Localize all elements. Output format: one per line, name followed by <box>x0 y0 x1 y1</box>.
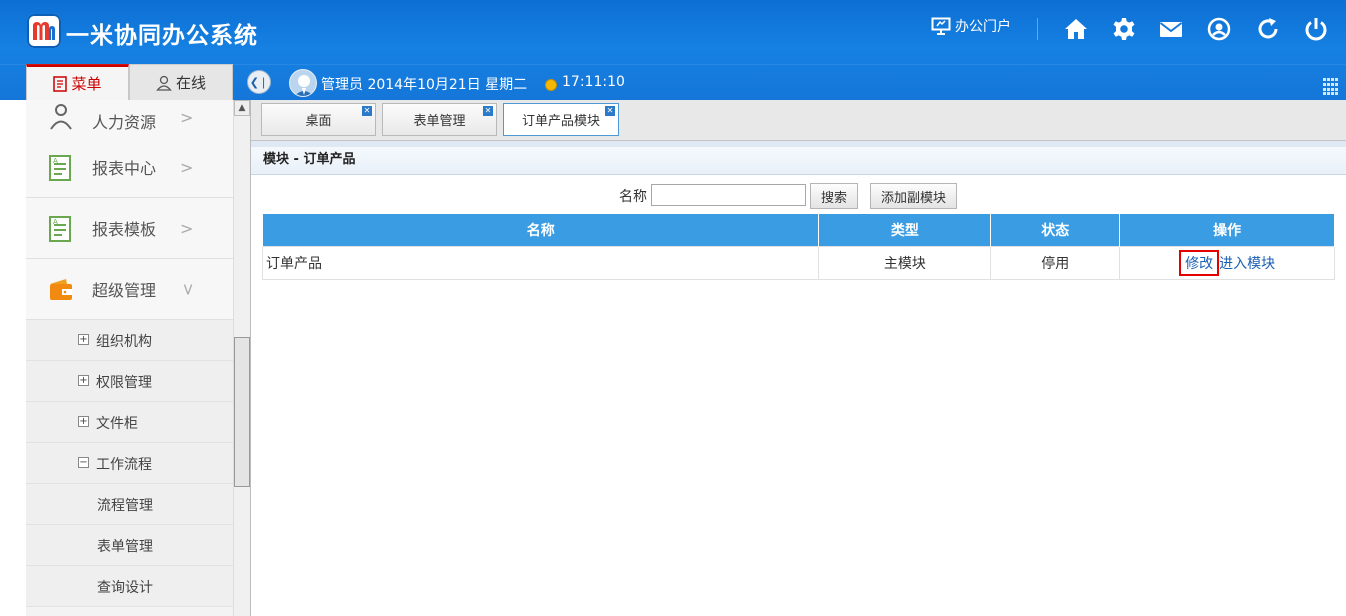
sub-item-label: 工作流程 <box>96 457 152 473</box>
scroll-thumb[interactable] <box>234 337 250 487</box>
sidebar-item-label: 报表模板 <box>92 220 157 239</box>
content-tabbar: 桌面 ✕ 表单管理 ✕ 订单产品模块 ✕ <box>251 100 1346 141</box>
chevron-right-icon: > <box>180 108 194 127</box>
column-header[interactable]: 类型 <box>818 213 992 247</box>
sidebar-item-report-template[interactable]: A 报表模板 > <box>26 198 233 259</box>
column-header[interactable]: 操作 <box>1119 213 1335 247</box>
logo-icon <box>33 22 55 40</box>
sidebar-sub-filecabinet[interactable]: + 文件柜 <box>26 402 233 443</box>
user-circle-icon[interactable] <box>1207 17 1231 41</box>
user-info: 管理员 2014年10月21日 星期二 <box>321 77 528 93</box>
expand-icon: + <box>78 416 89 427</box>
tab-label: 表单管理 <box>413 114 466 129</box>
sidebar-sub-org[interactable]: + 组织机构 <box>26 320 233 361</box>
wallet-icon <box>50 279 72 300</box>
template-icon: A <box>49 216 71 242</box>
avatar <box>289 69 317 97</box>
tab-menu-label: 菜单 <box>71 75 102 93</box>
tab-menu[interactable]: 菜单 <box>26 64 129 100</box>
portal-link[interactable]: 办公门户 <box>931 16 1011 36</box>
refresh-icon[interactable] <box>1256 17 1280 41</box>
tab-online-label: 在线 <box>175 74 206 92</box>
portal-label: 办公门户 <box>955 19 1011 35</box>
top-header: 一米协同办公系统 办公门户 菜单 在线 ❮❘ 管理员 2014年10月21日 星… <box>0 0 1346 100</box>
divider <box>250 100 251 616</box>
enter-module-link[interactable]: 进入模块 <box>1219 256 1275 272</box>
sidebar-item-label: 人力资源 <box>92 113 157 132</box>
clock-icon <box>545 79 557 91</box>
clock-time: 17:11:10 <box>562 74 625 90</box>
cell-name: 订单产品 <box>261 246 820 280</box>
power-icon[interactable] <box>1304 17 1328 41</box>
cell-actions: 修改 进入模块 <box>1119 246 1335 280</box>
app-title: 一米协同办公系统 <box>66 23 258 49</box>
chevron-down-icon: > <box>179 282 199 296</box>
sidebar-leaf-query[interactable]: 查询设计 <box>26 566 233 607</box>
chevron-right-icon: > <box>180 157 194 177</box>
cell-status: 停用 <box>990 246 1121 280</box>
search-input[interactable] <box>651 184 806 206</box>
expand-icon: + <box>78 375 89 386</box>
sidebar-item-hr[interactable]: 人力资源 > <box>26 100 233 138</box>
sub-item-label: 文件柜 <box>96 416 138 432</box>
sidebar-item-super-admin[interactable]: 超级管理 > <box>26 259 233 320</box>
tab-desktop[interactable]: 桌面 ✕ <box>261 103 376 136</box>
edit-link[interactable]: 修改 <box>1179 250 1220 276</box>
home-icon[interactable] <box>1064 17 1088 41</box>
sidebar-sub-workflow[interactable]: − 工作流程 <box>26 443 233 484</box>
report-icon: A <box>49 155 71 181</box>
svg-text:A: A <box>53 157 58 165</box>
collapse-sidebar-button[interactable]: ❮❘ <box>247 70 271 94</box>
scroll-up-arrow-icon[interactable]: ▲ <box>234 100 250 116</box>
close-icon[interactable]: ✕ <box>362 106 372 116</box>
sidebar-sub-permission[interactable]: + 权限管理 <box>26 361 233 402</box>
user-avatar-icon <box>294 75 314 96</box>
sidebar-item-label: 超级管理 <box>92 281 157 300</box>
chevron-right-icon: > <box>180 218 194 238</box>
cell-type: 主模块 <box>818 246 992 280</box>
expand-icon: + <box>78 334 89 345</box>
sub-item-label: 组织机构 <box>96 334 152 350</box>
table-header-row: 名称 类型 状态 操作 <box>261 213 1335 247</box>
leaf-item-label: 表单管理 <box>97 539 153 555</box>
close-icon[interactable]: ✕ <box>605 106 615 116</box>
sidebar: 人力资源 > A 报表中心 > A 报表模板 > 超级管理 > + 组织机构 +… <box>26 100 234 616</box>
document-icon <box>53 75 68 92</box>
tab-order-product-module[interactable]: 订单产品模块 ✕ <box>503 103 619 136</box>
chevron-left-icon: ❮❘ <box>249 75 269 89</box>
sub-item-label: 权限管理 <box>96 375 152 391</box>
collapse-icon: − <box>78 457 89 468</box>
tab-online[interactable]: 在线 <box>129 64 233 100</box>
gear-icon[interactable] <box>1112 17 1136 41</box>
page-title: 模块 - 订单产品 <box>251 147 1346 175</box>
table-row: 订单产品 主模块 停用 修改 进入模块 <box>261 246 1335 280</box>
mail-icon[interactable] <box>1159 17 1183 41</box>
apps-grid-icon[interactable] <box>1323 78 1341 96</box>
person-icon <box>156 75 172 91</box>
column-header[interactable]: 名称 <box>261 213 820 247</box>
monitor-icon <box>931 17 951 35</box>
sidebar-item-report-center[interactable]: A 报表中心 > <box>26 137 233 198</box>
leaf-item-label: 查询设计 <box>97 580 153 596</box>
add-submodule-button[interactable]: 添加副模块 <box>870 183 957 209</box>
sidebar-leaf-flow[interactable]: 流程管理 <box>26 484 233 525</box>
sidebar-leaf-form[interactable]: 表单管理 <box>26 525 233 566</box>
people-icon <box>50 104 72 130</box>
column-header[interactable]: 状态 <box>990 213 1121 247</box>
search-button[interactable]: 搜索 <box>810 183 858 209</box>
app-logo <box>27 14 61 48</box>
leaf-item-label: 流程管理 <box>97 498 153 514</box>
sidebar-scrollbar[interactable]: ▲ <box>233 100 250 616</box>
header-divider <box>1037 18 1038 40</box>
search-label: 名称 <box>619 189 647 205</box>
tab-label: 桌面 <box>305 114 332 129</box>
tab-form-manage[interactable]: 表单管理 ✕ <box>382 103 497 136</box>
sidebar-item-label: 报表中心 <box>92 159 157 178</box>
close-icon[interactable]: ✕ <box>483 106 493 116</box>
tab-label: 订单产品模块 <box>521 114 600 129</box>
svg-text:A: A <box>53 218 58 226</box>
module-table: 名称 类型 状态 操作 订单产品 主模块 停用 修改 进入模块 <box>261 213 1335 280</box>
